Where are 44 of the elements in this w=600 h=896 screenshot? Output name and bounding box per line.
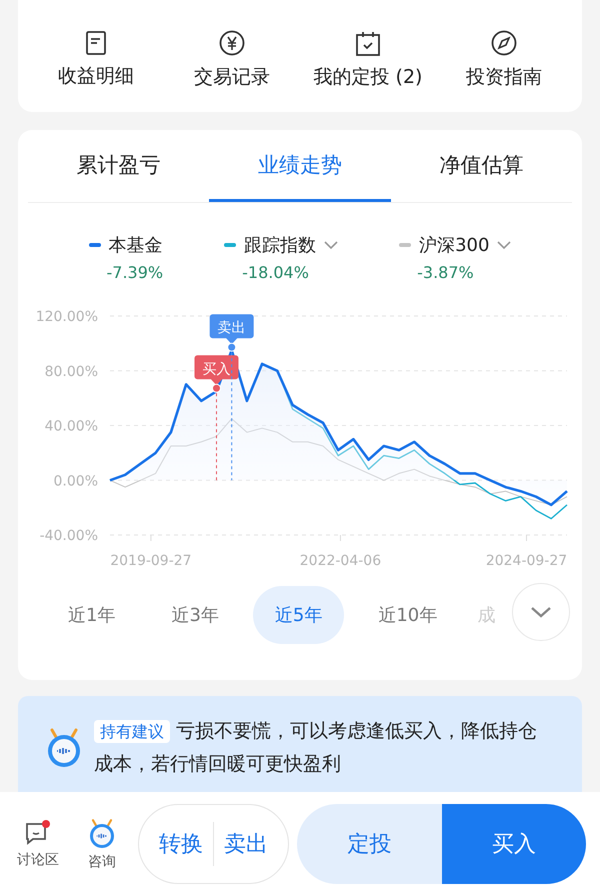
toolbar-button[interactable]: 咨询 — [74, 817, 130, 871]
toolbar-button[interactable]: 讨论区 — [10, 819, 66, 869]
action-button[interactable]: 卖出 — [214, 814, 278, 874]
document-icon[interactable] — [85, 31, 107, 55]
legend-label[interactable]: 沪深300 — [419, 233, 490, 257]
legend-swatch — [88, 243, 100, 247]
tab[interactable]: 累计盈亏 — [28, 130, 210, 202]
annotation: 卖出 — [218, 320, 246, 336]
action-button[interactable]: 转换 — [149, 814, 213, 874]
buy-button[interactable]: 买入 — [442, 804, 586, 884]
plan-button[interactable]: 定投 — [297, 804, 442, 884]
legend-label[interactable]: 跟踪指数 — [244, 233, 316, 257]
tab[interactable]: 净值估算 — [390, 130, 572, 202]
return-value: -18.04% — [241, 263, 309, 282]
range-tab[interactable]: 近3年 — [149, 586, 241, 644]
tab[interactable]: 业绩走势 — [209, 130, 391, 202]
advice-text: 持有建议 亏损不要慌，可以考虑逢低买入，降低持仓成本，若行情回暖可更快盈利 — [94, 718, 538, 776]
y-axis-label: 0.00% — [54, 473, 98, 490]
mascot-icon — [87, 817, 117, 849]
legend-swatch — [399, 243, 412, 247]
calendar-icon[interactable] — [355, 30, 381, 56]
shortcut-label[interactable]: 收益明细 — [58, 63, 134, 89]
y-axis-label: 80.00% — [44, 364, 98, 380]
y-axis-label: 120.00% — [36, 309, 98, 325]
chevron-down-icon — [531, 606, 551, 618]
range-tab[interactable]: 近10年 — [356, 586, 460, 644]
range-tab[interactable]: 近5年 — [252, 586, 344, 644]
legend-swatch — [224, 243, 236, 247]
x-axis-label: 2019-09-27 — [110, 553, 192, 569]
shortcut-label[interactable]: 交易记录 — [194, 64, 270, 90]
shortcut-label[interactable]: 我的定投 (2) — [314, 64, 422, 90]
range-tab[interactable]: 近1年 — [46, 586, 138, 644]
x-axis-label: 2022-04-06 — [300, 553, 382, 569]
shortcut-label[interactable]: 投资指南 — [466, 64, 542, 90]
yen-icon[interactable] — [219, 30, 245, 56]
x-axis-label: 2024-09-27 — [486, 553, 568, 569]
y-axis-label: 40.00% — [44, 418, 98, 434]
return-value: -3.87% — [416, 263, 474, 282]
chevron-down-icon[interactable] — [497, 240, 512, 250]
chevron-down-icon[interactable] — [324, 240, 338, 250]
y-axis-label: -40.00% — [40, 528, 98, 544]
return-value: -7.39% — [106, 263, 164, 282]
legend-label[interactable]: 本基金 — [108, 233, 162, 257]
compass-icon[interactable] — [491, 30, 517, 56]
